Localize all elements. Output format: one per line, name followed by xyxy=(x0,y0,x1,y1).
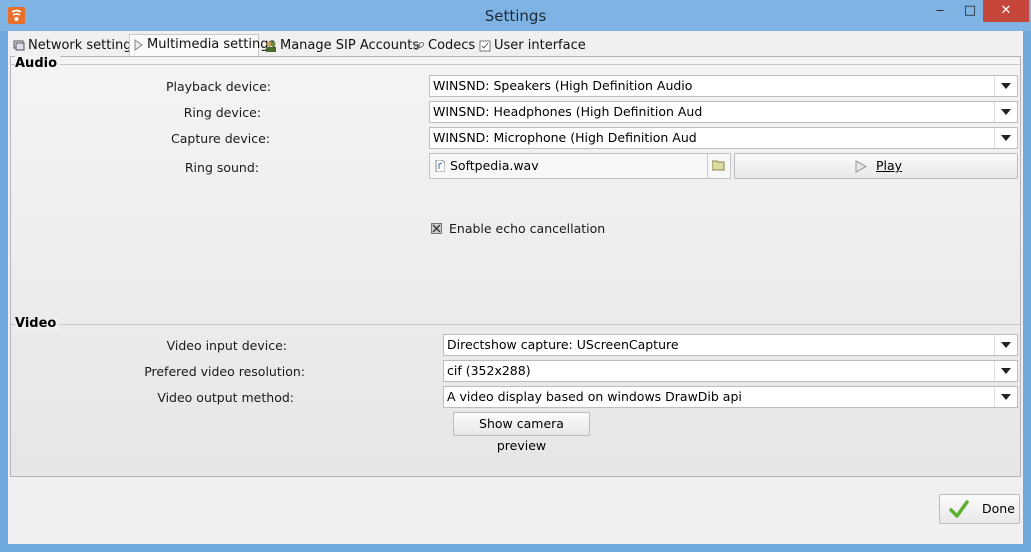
window-title: Settings xyxy=(484,7,547,25)
ring-sound-filename: Softpedia.wav xyxy=(450,158,539,173)
chevron-down-icon[interactable] xyxy=(994,102,1017,122)
capture-device-select[interactable]: WINSND: Microphone (High Definition Aud xyxy=(429,127,1018,149)
chevron-down-icon[interactable] xyxy=(994,128,1017,148)
tab-label: Multimedia settings xyxy=(147,37,276,52)
multimedia-settings-panel: Audio Playback device: WINSND: Speakers … xyxy=(10,56,1021,477)
tab-codecs[interactable]: Codecs xyxy=(411,36,475,56)
video-resolution-label: Prefered video resolution: xyxy=(144,364,305,379)
ring-device-label: Ring device: xyxy=(183,105,261,120)
play-button[interactable]: Play xyxy=(734,153,1018,179)
tab-label: Codecs xyxy=(428,38,476,53)
echo-cancellation-label: Enable echo cancellation xyxy=(449,221,606,236)
tab-label: Network settings xyxy=(28,38,139,53)
checkmark-icon xyxy=(949,500,969,518)
audio-file-icon xyxy=(435,160,445,172)
network-icon xyxy=(13,40,25,51)
playback-device-value: WINSND: Speakers (High Definition Audio xyxy=(433,78,693,93)
capture-device-value: WINSND: Microphone (High Definition Aud xyxy=(433,130,697,145)
maximize-button[interactable]: □ xyxy=(955,0,985,22)
video-input-device-select[interactable]: Directshow capture: UScreenCapture xyxy=(443,334,1018,356)
audio-group-line xyxy=(11,64,1020,65)
done-button[interactable]: Done xyxy=(939,494,1020,524)
folder-icon xyxy=(712,160,725,171)
link-icon xyxy=(413,42,425,50)
playback-device-label: Playback device: xyxy=(165,79,271,94)
chevron-down-icon[interactable] xyxy=(994,387,1017,407)
chevron-down-icon[interactable] xyxy=(994,76,1017,96)
video-group-line xyxy=(11,324,1020,325)
capture-device-label: Capture device: xyxy=(171,131,270,146)
ring-device-select[interactable]: WINSND: Headphones (High Definition Aud xyxy=(429,101,1018,123)
echo-cancellation-checkbox[interactable] xyxy=(431,223,442,234)
video-resolution-select[interactable]: cif (352x288) xyxy=(443,360,1018,382)
audio-group-title: Audio xyxy=(15,56,61,71)
ring-device-value: WINSND: Headphones (High Definition Aud xyxy=(433,104,703,119)
done-button-label: Done xyxy=(982,501,1015,516)
users-icon xyxy=(266,41,276,52)
tab-manage-sip-accounts[interactable]: Manage SIP Accounts xyxy=(263,36,419,56)
ring-sound-label: Ring sound: xyxy=(184,160,259,175)
play-button-label: Play xyxy=(876,158,903,173)
close-button[interactable]: ✕ xyxy=(983,0,1029,22)
settings-window: Settings ‒ □ ✕ Network settings Multimed… xyxy=(0,0,1031,552)
tab-network-settings[interactable]: Network settings xyxy=(11,36,138,56)
video-output-method-value: A video display based on windows DrawDib… xyxy=(447,389,742,404)
video-resolution-value: cif (352x288) xyxy=(447,363,531,378)
ring-sound-file[interactable]: Softpedia.wav xyxy=(429,153,731,179)
video-input-device-label: Video input device: xyxy=(166,338,287,353)
video-output-method-select[interactable]: A video display based on windows DrawDib… xyxy=(443,386,1018,408)
video-group-title: Video xyxy=(15,316,60,331)
tab-multimedia-settings[interactable]: Multimedia settings xyxy=(129,34,275,56)
checklist-icon xyxy=(479,40,491,52)
chevron-down-icon[interactable] xyxy=(994,335,1017,355)
playback-device-select[interactable]: WINSND: Speakers (High Definition Audio xyxy=(429,75,1018,97)
chevron-down-icon[interactable] xyxy=(994,361,1017,381)
checkmark-icon xyxy=(432,224,441,233)
play-icon xyxy=(134,39,143,51)
client-area: Network settings Multimedia settings Man… xyxy=(8,31,1023,544)
minimize-button[interactable]: ‒ xyxy=(925,0,955,22)
show-camera-preview-button[interactable]: Show camera preview xyxy=(453,412,590,453)
browse-button[interactable] xyxy=(707,154,730,178)
tab-label: User interface xyxy=(494,38,586,53)
video-input-device-value: Directshow capture: UScreenCapture xyxy=(447,337,679,352)
play-icon xyxy=(855,160,867,173)
tab-label: Manage SIP Accounts xyxy=(280,38,420,53)
tab-user-interface[interactable]: User interface xyxy=(477,36,586,56)
title-bar[interactable]: Settings ‒ □ ✕ xyxy=(0,0,1031,31)
video-output-method-label: Video output method: xyxy=(157,390,294,405)
